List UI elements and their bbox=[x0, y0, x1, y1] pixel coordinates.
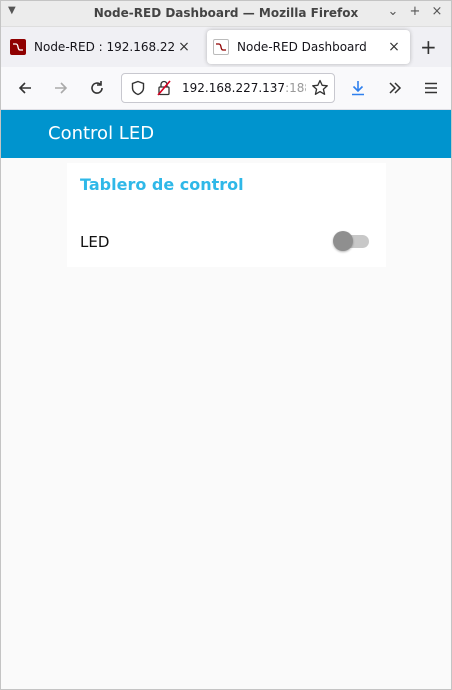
overflow-icon[interactable] bbox=[382, 75, 408, 101]
address-bar[interactable]: 192.168.227.137:1880/ui/ bbox=[121, 73, 335, 103]
hamburger-menu-icon[interactable] bbox=[418, 75, 444, 101]
maximize-icon[interactable]: + bbox=[408, 4, 422, 19]
window-title: Node-RED Dashboard — Mozilla Firefox bbox=[93, 6, 359, 20]
tab-node-red-editor[interactable]: Node-RED : 192.168.227.137:1880 × bbox=[4, 30, 200, 64]
tab-label: Node-RED : 192.168.227.137:1880 bbox=[34, 40, 174, 54]
downloads-icon[interactable] bbox=[345, 75, 371, 101]
node-red-favicon bbox=[213, 39, 229, 55]
tab-close-icon[interactable]: × bbox=[174, 39, 194, 55]
page-title: Control LED bbox=[48, 123, 155, 144]
led-toggle-switch[interactable] bbox=[333, 231, 371, 251]
shield-icon[interactable] bbox=[130, 80, 146, 100]
dashboard-group-card: Tablero de control LED bbox=[67, 163, 386, 267]
tab-label: Node-RED Dashboard bbox=[237, 40, 367, 54]
dashboard-header: Control LED bbox=[0, 110, 452, 158]
reload-icon[interactable] bbox=[84, 75, 110, 101]
group-title: Tablero de control bbox=[80, 175, 244, 194]
tab-close-icon[interactable]: × bbox=[384, 39, 404, 55]
node-red-favicon bbox=[10, 39, 26, 55]
led-switch-label: LED bbox=[80, 233, 110, 251]
insecure-lock-icon[interactable] bbox=[156, 80, 172, 100]
window-titlebar: ▼ Node-RED Dashboard — Mozilla Firefox ⌄… bbox=[0, 0, 452, 27]
close-icon[interactable]: × bbox=[430, 4, 444, 19]
tab-dashboard[interactable]: Node-RED Dashboard × bbox=[207, 30, 410, 64]
url-text[interactable]: 192.168.227.137:1880/ui/ bbox=[182, 81, 306, 95]
tab-strip: Node-RED : 192.168.227.137:1880 × Node-R… bbox=[0, 27, 452, 67]
forward-icon[interactable] bbox=[48, 75, 74, 101]
new-tab-icon[interactable]: + bbox=[420, 35, 437, 59]
url-path: :1880/ui/ bbox=[285, 81, 306, 95]
navigation-toolbar: 192.168.227.137:1880/ui/ bbox=[0, 67, 452, 110]
minimize-icon[interactable]: ⌄ bbox=[386, 4, 400, 19]
back-icon[interactable] bbox=[12, 75, 38, 101]
url-host: 192.168.227.137 bbox=[182, 81, 286, 95]
switch-thumb[interactable] bbox=[333, 231, 353, 251]
bookmark-star-icon[interactable] bbox=[311, 79, 329, 101]
